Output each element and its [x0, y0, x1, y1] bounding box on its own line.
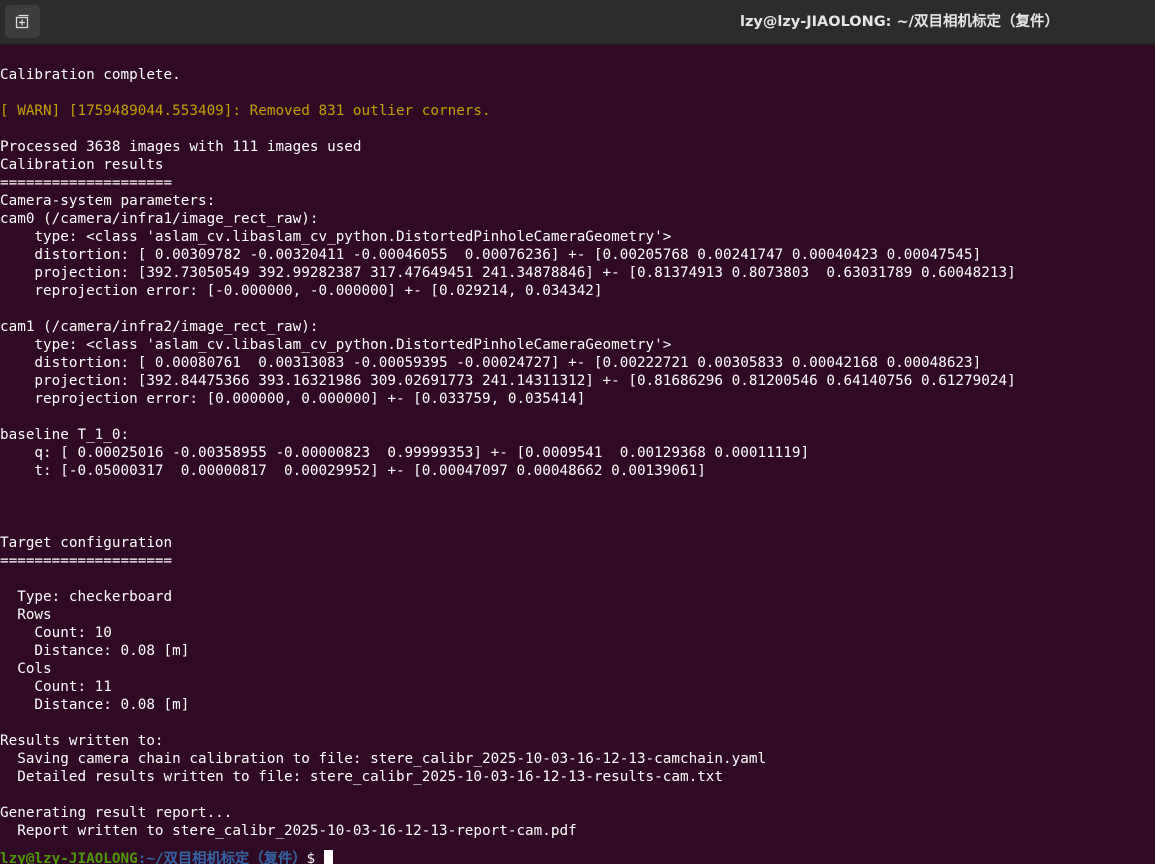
terminal-line: reprojection error: [-0.000000, -0.00000… — [0, 283, 603, 299]
terminal-line: Count: 10 — [0, 625, 112, 641]
terminal-line: type: <class 'aslam_cv.libaslam_cv_pytho… — [0, 229, 672, 245]
prompt-symbol: $ — [306, 851, 324, 864]
terminal-line: type: <class 'aslam_cv.libaslam_cv_pytho… — [0, 337, 672, 353]
terminal-line: ==================== — [0, 175, 173, 191]
terminal-line: Calibration complete. — [0, 67, 181, 83]
window-title: lzy@lzy-JIAOLONG: ~/双目相机标定（复件） — [740, 14, 1059, 30]
terminal-line: Rows — [0, 607, 52, 623]
terminal-line: t: [-0.05000317 0.00000817 0.00029952] +… — [0, 463, 706, 479]
terminal-line: Target configuration — [0, 535, 173, 551]
terminal-line: Detailed results written to file: stere_… — [0, 769, 724, 785]
terminal-line: Distance: 0.08 [m] — [0, 643, 190, 659]
terminal-line: Saving camera chain calibration to file:… — [0, 751, 767, 767]
terminal-line: Camera-system parameters: — [0, 193, 216, 209]
terminal-line: distortion: [ 0.00080761 0.00313083 -0.0… — [0, 355, 982, 371]
terminal-line: reprojection error: [0.000000, 0.000000]… — [0, 391, 586, 407]
terminal-line: Type: checkerboard — [0, 589, 173, 605]
title-bar: lzy@lzy-JIAOLONG: ~/双目相机标定（复件） — [0, 0, 1155, 45]
terminal-line: cam0 (/camera/infra1/image_rect_raw): — [0, 211, 319, 227]
terminal-output[interactable]: Calibration complete. [ WARN] [175948904… — [0, 48, 1155, 864]
terminal-line: projection: [392.73050549 392.99282387 3… — [0, 265, 1016, 281]
shell-prompt[interactable]: lzy@lzy-JIAOLONG:~/双目相机标定（复件）$ — [0, 850, 333, 864]
terminal-line: Generating result report... — [0, 805, 233, 821]
terminal-line: baseline T_1_0: — [0, 427, 130, 443]
terminal-line: distortion: [ 0.00309782 -0.00320411 -0.… — [0, 247, 982, 263]
terminal-line: q: [ 0.00025016 -0.00358955 -0.00000823 … — [0, 445, 810, 461]
terminal-line: Count: 11 — [0, 679, 112, 695]
terminal-line: Processed 3638 images with 111 images us… — [0, 139, 362, 155]
warn-line: [ WARN] [1759489044.553409]: Removed 831… — [0, 103, 491, 119]
terminal-line: Results written to: — [0, 733, 164, 749]
prompt-path: :~/双目相机标定（复件） — [137, 851, 307, 864]
terminal-line: Report written to stere_calibr_2025-10-0… — [0, 823, 577, 839]
terminal-line: projection: [392.84475366 393.16321986 3… — [0, 373, 1016, 389]
terminal-line: Calibration results — [0, 157, 164, 173]
text-cursor — [323, 850, 333, 864]
prompt-user-host: lzy@lzy-JIAOLONG — [0, 851, 138, 864]
new-tab-button[interactable] — [5, 5, 40, 38]
terminal-line: ==================== — [0, 553, 173, 569]
terminal-line: Cols — [0, 661, 52, 677]
terminal-line: Distance: 0.08 [m] — [0, 697, 190, 713]
terminal-line: cam1 (/camera/infra2/image_rect_raw): — [0, 319, 319, 335]
new-tab-icon — [15, 14, 29, 29]
